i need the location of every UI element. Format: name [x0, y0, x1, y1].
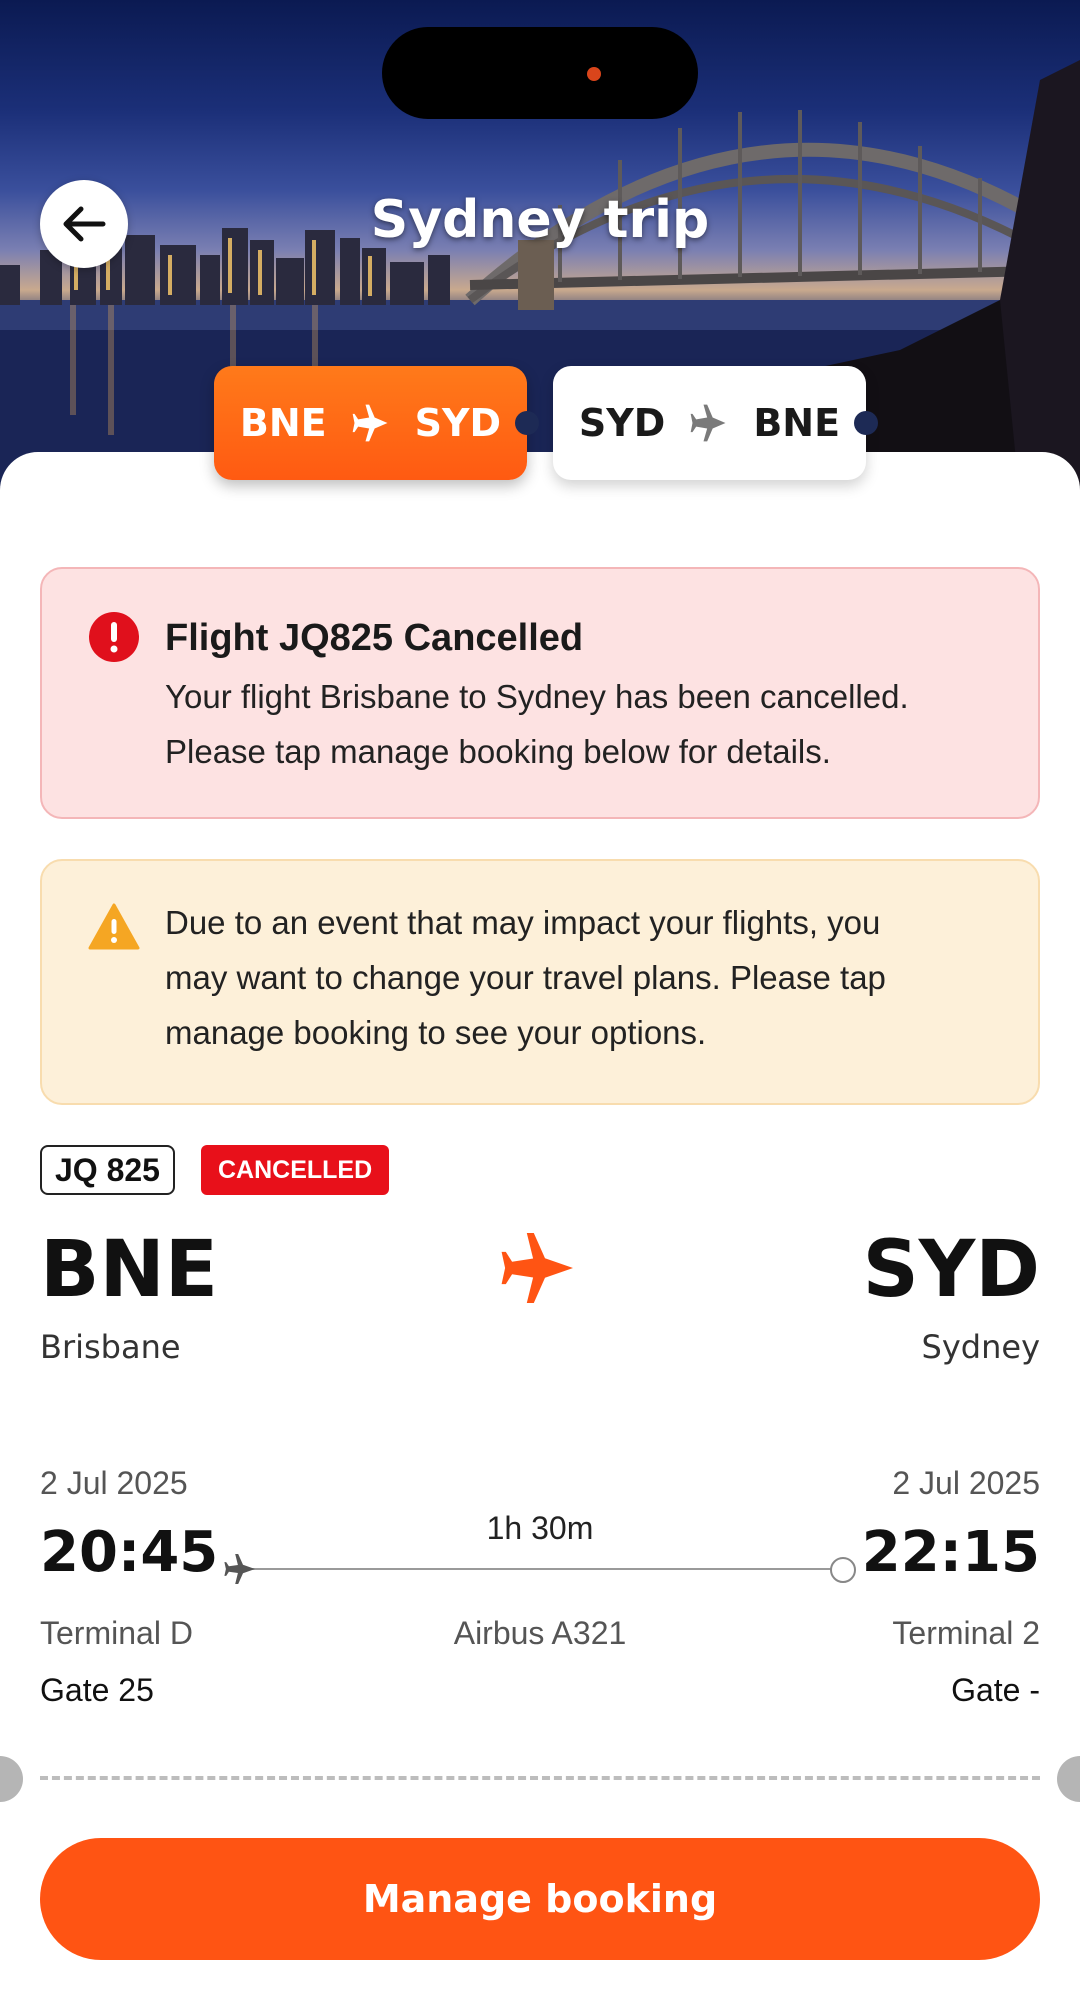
arrival-terminal: Terminal 2: [892, 1615, 1040, 1651]
plane-icon: [691, 404, 726, 442]
destination-marker: [830, 1557, 856, 1583]
flight-progress-track: [250, 1568, 840, 1570]
tab-outbound-to: SYD: [414, 401, 502, 445]
alert-message-line: Please tap manage booking below for deta…: [165, 733, 831, 770]
tab-notch: [515, 411, 539, 435]
plane-icon: [224, 1554, 255, 1584]
status-badge: CANCELLED: [201, 1145, 390, 1195]
plane-icon: [352, 404, 388, 442]
tab-return-to: BNE: [753, 401, 841, 445]
page-title: Sydney trip: [370, 190, 710, 250]
arrival-date: 2 Jul 2025: [892, 1465, 1040, 1501]
departure-time: 20:45: [40, 1520, 219, 1585]
manage-booking-button[interactable]: Manage booking: [40, 1838, 1040, 1960]
arrival-gate: Gate -: [951, 1672, 1040, 1708]
destination-code: SYD: [862, 1225, 1040, 1315]
hero-image: [0, 0, 1080, 500]
tab-return-leg[interactable]: SYD BNE: [553, 366, 866, 480]
alert-message-line: Your flight Brisbane to Sydney has been …: [165, 678, 909, 715]
warning-message-line: may want to change your travel plans. Pl…: [165, 959, 886, 996]
arrival-time: 22:15: [861, 1520, 1040, 1585]
tab-notch: [854, 411, 878, 435]
cancellation-alert: Flight JQ825 Cancelled Your flight Brisb…: [40, 567, 1040, 819]
flight-number-badge: JQ 825: [40, 1145, 175, 1195]
camera-indicator: [587, 67, 601, 81]
warning-triangle-icon: [88, 903, 140, 950]
tab-outbound-from: BNE: [239, 401, 327, 445]
origin-code: BNE: [40, 1225, 219, 1315]
exclamation-circle-icon: [89, 612, 139, 662]
destination-city: Sydney: [921, 1328, 1040, 1366]
warning-message: Due to an event that may impact your fli…: [165, 895, 1005, 1060]
alert-title: Flight JQ825 Cancelled: [165, 617, 584, 659]
dashed-divider: [40, 1776, 1040, 1780]
tab-outbound-leg[interactable]: BNE SYD: [214, 366, 527, 480]
plane-icon: [501, 1233, 573, 1303]
dynamic-island: [382, 27, 698, 119]
tab-return-from: SYD: [578, 401, 666, 445]
origin-city: Brisbane: [40, 1328, 181, 1366]
departure-gate: Gate 25: [40, 1672, 154, 1708]
departure-date: 2 Jul 2025: [40, 1465, 188, 1501]
warning-message-line: Due to an event that may impact your fli…: [165, 904, 881, 941]
warning-message-line: manage booking to see your options.: [165, 1014, 707, 1051]
disruption-warning: Due to an event that may impact your fli…: [40, 859, 1040, 1105]
alert-message: Your flight Brisbane to Sydney has been …: [165, 669, 1005, 779]
